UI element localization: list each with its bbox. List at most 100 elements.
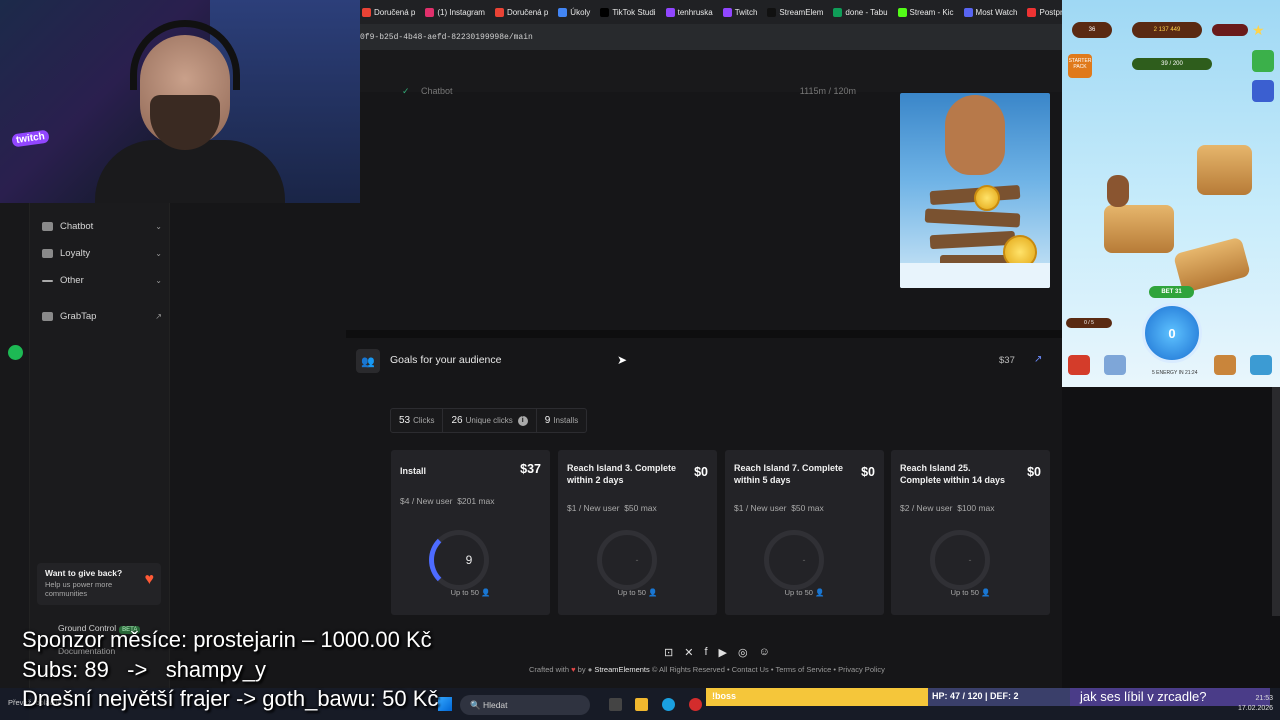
- terms-link[interactable]: Terms of Service: [775, 665, 831, 674]
- subs-overlay: Subs: 89 -> shampy_y: [22, 657, 266, 682]
- search-label: Hledat: [482, 700, 508, 710]
- bookmark-item[interactable]: Twitch: [722, 7, 757, 17]
- x-icon[interactable]: ✕: [684, 646, 693, 659]
- scrollbar[interactable]: [1272, 387, 1280, 616]
- external-link-icon[interactable]: ↗: [1034, 354, 1042, 365]
- spotify-icon[interactable]: [8, 345, 23, 360]
- bookmark-favicon-icon: [767, 7, 777, 17]
- goal-progress-value: -: [802, 555, 806, 565]
- bookmark-item[interactable]: Doručená p: [494, 7, 548, 17]
- bookmark-item[interactable]: tenhruska: [665, 7, 713, 17]
- sidebar-item-grabtap[interactable]: GrabTap ↗: [42, 311, 162, 322]
- sidebar-item-loyalty[interactable]: Loyalty ⌄: [42, 248, 162, 259]
- bookmark-item[interactable]: Stream - Kic: [897, 7, 954, 17]
- edge-icon[interactable]: [662, 698, 675, 711]
- goals-title: Goals for your audience: [390, 354, 502, 366]
- bookmark-item[interactable]: Most Watch: [963, 7, 1018, 17]
- bet-button[interactable]: BET 31: [1149, 286, 1194, 298]
- taskbar-clock[interactable]: 21:53 17.02.2026: [1238, 694, 1273, 714]
- stat-unique-clicks: 26 Unique clicks i: [443, 409, 537, 432]
- album-icon[interactable]: [1250, 355, 1272, 375]
- file-explorer-icon[interactable]: [635, 698, 648, 711]
- chevron-down-icon: ⌄: [155, 222, 162, 231]
- build-icon[interactable]: [1214, 355, 1236, 375]
- goal-card-upto: Up to 50 👤: [784, 588, 825, 597]
- bookmark-label: Doručená p: [374, 7, 416, 17]
- contact-link[interactable]: Contact Us: [732, 665, 769, 674]
- goal-card-island-7: Reach Island 7. Complete within 5 days $…: [725, 450, 884, 615]
- spin-energy-button[interactable]: 0: [1142, 303, 1202, 363]
- goal-card-island-25: Reach Island 25. Complete within 14 days…: [891, 450, 1050, 615]
- bookmark-favicon-icon: [362, 7, 371, 17]
- twitch-icon[interactable]: ⊡: [664, 646, 673, 659]
- energy-timer: 5 ENERGY IN 21:24: [1152, 370, 1198, 376]
- sponsor-overlay: Sponzor měsíce: prostejarin – 1000.00 Kč: [22, 627, 432, 652]
- sidebar-item-label: Other: [60, 275, 84, 286]
- bookmark-favicon-icon: [963, 7, 973, 17]
- bookmark-favicon-icon: [897, 7, 907, 17]
- bookmark-item[interactable]: done - Tabu: [833, 7, 888, 17]
- coins-counter: 2 137 449: [1132, 22, 1202, 38]
- goal-card-upto: Up to 50 👤: [450, 588, 491, 597]
- taskbar-search[interactable]: 🔍 Hledat: [460, 695, 590, 715]
- youtube-icon[interactable]: ▶: [719, 646, 727, 659]
- bookmark-item[interactable]: (1) Instagram: [425, 7, 485, 17]
- instagram-icon[interactable]: ◎: [738, 646, 748, 659]
- goal-progress-value: 9: [465, 553, 473, 567]
- clock-date: 17.02.2026: [1238, 705, 1274, 712]
- gems-counter: 36: [1072, 22, 1112, 38]
- bookmark-favicon-icon: [600, 7, 610, 17]
- chatbot-row-label: Chatbot: [421, 86, 453, 96]
- facebook-connect-icon[interactable]: [1252, 80, 1274, 102]
- goal-card-amount: $0: [694, 465, 708, 479]
- goals-amount: $37: [999, 355, 1015, 366]
- footer: Crafted with ♥ by ● StreamElements © All…: [529, 665, 885, 674]
- copyright: © All Rights Reserved: [651, 665, 725, 674]
- bookmark-item[interactable]: Postprácе: [1027, 7, 1062, 17]
- daily-icon[interactable]: [1252, 50, 1274, 72]
- sidebar-item-chatbot[interactable]: Chatbot ⌄: [42, 221, 162, 232]
- bookmark-label: tenhruska: [677, 7, 713, 17]
- bookmark-item[interactable]: Doručená p: [362, 7, 416, 17]
- goal-card-upto: Up to 50 👤: [617, 588, 658, 597]
- goal-stats: 53 Clicks 26 Unique clicks i 9 Installs: [390, 408, 588, 433]
- grabtap-icon: [42, 312, 53, 321]
- shop-icon[interactable]: [1068, 355, 1090, 375]
- discord-icon[interactable]: ☺: [759, 646, 770, 659]
- goal-card-amount: $0: [1027, 465, 1041, 479]
- privacy-link[interactable]: Privacy Policy: [838, 665, 885, 674]
- bookmark-label: Most Watch: [975, 7, 1018, 17]
- chevron-down-icon: ⌄: [155, 249, 162, 258]
- brand-name: StreamElements: [594, 665, 650, 674]
- cards-icon[interactable]: [1104, 355, 1126, 375]
- task-view-icon[interactable]: [609, 698, 622, 711]
- bookmark-item[interactable]: TikTok Studi: [600, 7, 656, 17]
- goal-card-title: Install: [400, 466, 427, 476]
- heart-icon: ♥: [144, 571, 155, 588]
- bookmark-label: (1) Instagram: [437, 7, 485, 17]
- bookmark-favicon-icon: [494, 7, 504, 17]
- bookmark-item[interactable]: StreamElem: [767, 7, 824, 17]
- info-icon[interactable]: i: [517, 415, 528, 426]
- stat-label: Unique clicks: [465, 416, 513, 425]
- bookmark-favicon-icon: [833, 7, 843, 17]
- game-promo-image: [900, 93, 1050, 288]
- bookmark-item[interactable]: Úkoly: [558, 7, 590, 17]
- windows-start-icon[interactable]: [438, 697, 452, 711]
- facebook-icon[interactable]: f: [704, 646, 707, 659]
- loyalty-icon: [42, 249, 53, 258]
- bookmark-label: StreamElem: [779, 7, 824, 17]
- sidebar-item-other[interactable]: Other ⌄: [42, 275, 162, 286]
- game-overlay: 36 2 137 449 ★ STARTER PACK 39 / 200 BET…: [1062, 0, 1280, 387]
- goal-card-title: Reach Island 7. Complete within 5 days: [734, 463, 844, 485]
- goal-card-rate: $1 / New user $50 max: [734, 503, 824, 513]
- bookmark-favicon-icon: [665, 7, 675, 17]
- streamelements-logo-icon: ●: [587, 665, 593, 674]
- starter-pack-button[interactable]: STARTER PACK: [1068, 54, 1092, 78]
- give-back-card[interactable]: Want to give back? Help us power more co…: [37, 563, 161, 605]
- goal-card-install: Install $37 $4 / New user $201 max 9 Up …: [391, 450, 550, 615]
- chevron-down-icon: ⌄: [155, 276, 162, 285]
- hearts-icon: [1212, 24, 1248, 36]
- opera-icon[interactable]: [689, 698, 702, 711]
- bookmark-label: Stream - Kic: [909, 7, 954, 17]
